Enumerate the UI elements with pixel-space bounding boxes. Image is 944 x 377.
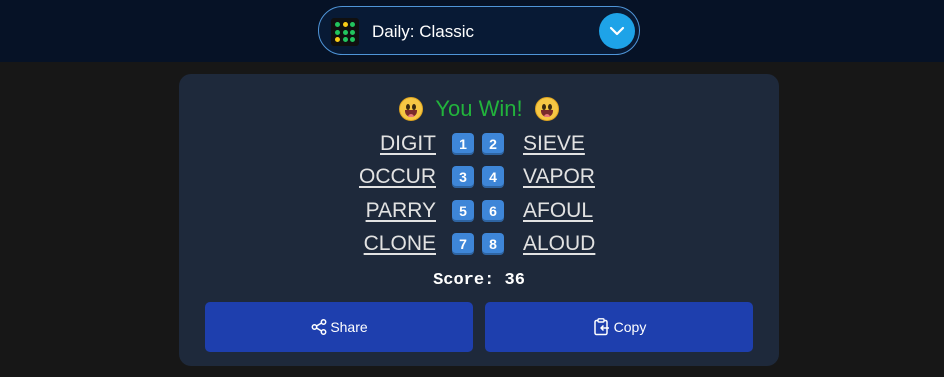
word-pair-row: PARRY 5 6 AFOUL <box>179 197 779 225</box>
word-pair-row: OCCUR 3 4 VAPOR <box>179 163 779 191</box>
number-badge: 2 <box>482 133 504 155</box>
word-link[interactable]: PARRY <box>366 197 436 225</box>
number-badge: 4 <box>482 166 504 188</box>
copy-label: Copy <box>613 319 647 335</box>
copy-button[interactable]: Copy <box>485 302 753 352</box>
score-label: Score: 36 <box>433 271 525 290</box>
number-badge: 5 <box>452 200 474 222</box>
number-badge: 7 <box>452 233 474 255</box>
word-link[interactable]: DIGIT <box>380 130 436 158</box>
mode-dropdown-button[interactable] <box>599 13 635 49</box>
grinning-face-icon <box>534 97 559 121</box>
number-badge: 6 <box>482 200 504 222</box>
win-banner: You Win! <box>179 94 779 124</box>
win-title: You Win! <box>435 96 523 121</box>
word-link[interactable]: OCCUR <box>359 163 436 191</box>
mode-selector[interactable]: Daily: Classic <box>318 6 640 55</box>
app-logo <box>331 18 359 46</box>
number-badge: 8 <box>482 233 504 255</box>
share-icon <box>311 319 327 335</box>
mode-label: Daily: Classic <box>372 22 475 41</box>
chevron-down-icon <box>609 26 625 36</box>
grinning-face-icon <box>399 97 424 121</box>
number-badge: 3 <box>452 166 474 188</box>
word-pair-row: CLONE 7 8 ALOUD <box>179 230 779 258</box>
word-link[interactable]: AFOUL <box>523 197 593 225</box>
word-link[interactable]: VAPOR <box>523 163 595 191</box>
word-link[interactable]: ALOUD <box>523 230 595 258</box>
clipboard-copy-icon <box>593 318 609 336</box>
share-button[interactable]: Share <box>205 302 473 352</box>
word-pair-row: DIGIT 1 2 SIEVE <box>179 130 779 158</box>
top-bar: Daily: Classic <box>0 0 944 62</box>
share-label: Share <box>330 319 368 335</box>
word-link[interactable]: CLONE <box>364 230 436 258</box>
number-badge: 1 <box>452 133 474 155</box>
result-card: You Win! DIGIT 1 2 SIEVE OCCUR 3 4 VAPOR… <box>179 74 779 366</box>
word-link[interactable]: SIEVE <box>523 130 585 158</box>
